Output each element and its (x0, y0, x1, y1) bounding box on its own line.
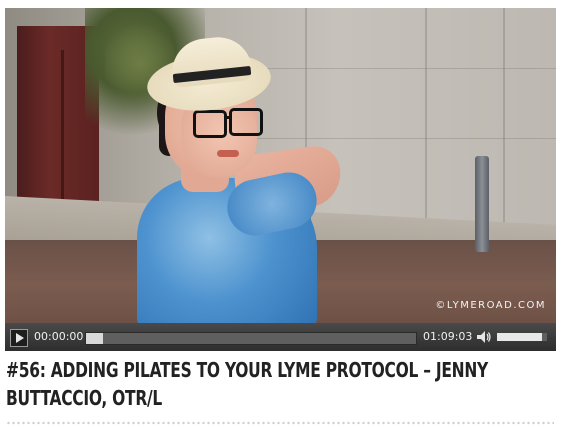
play-icon (16, 333, 24, 343)
play-button[interactable] (10, 329, 28, 347)
video-player[interactable]: ©LYMEROAD.COM 00:00:00 01:09:03 (5, 8, 556, 351)
current-time: 00:00:00 (34, 330, 84, 343)
player-controls: 00:00:00 01:09:03 (5, 323, 556, 351)
speaker-icon[interactable] (476, 330, 492, 344)
post-title[interactable]: #56: Adding Pilates to Your Lyme Protoco… (6, 356, 548, 412)
volume-slider[interactable] (497, 333, 547, 341)
volume-level (497, 333, 542, 341)
video-poster-image[interactable]: ©LYMEROAD.COM (5, 8, 556, 323)
dotted-divider (6, 421, 554, 425)
progress-bar[interactable] (85, 332, 417, 345)
watermark-text: ©LYMEROAD.COM (435, 300, 546, 311)
bollard (475, 156, 489, 252)
progress-played (86, 333, 103, 344)
duration: 01:09:03 (423, 330, 473, 343)
